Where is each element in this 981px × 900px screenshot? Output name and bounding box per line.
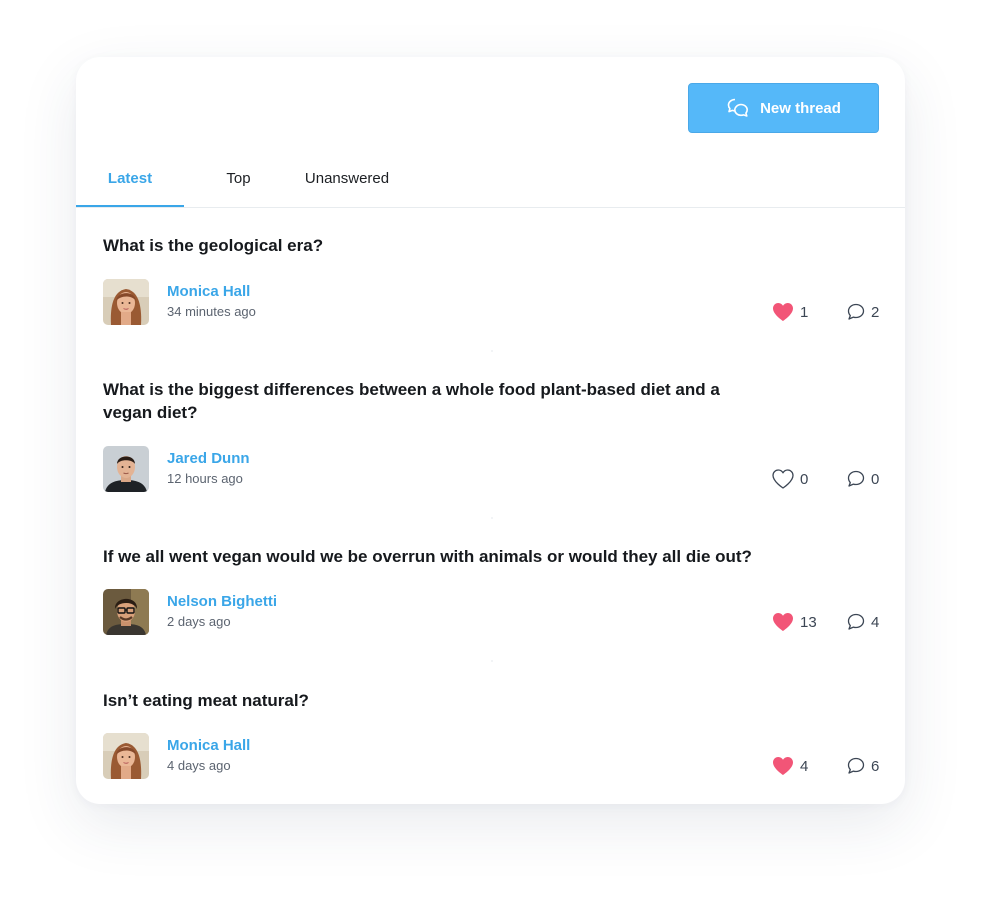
thread-author: Jared Dunn 12 hours ago xyxy=(103,446,503,492)
thread-author: Monica Hall 34 minutes ago xyxy=(103,279,503,325)
like-button[interactable]: 13 xyxy=(772,611,817,633)
tab-unanswered[interactable]: Unanswered xyxy=(300,167,394,206)
divider xyxy=(491,350,493,352)
like-count: 13 xyxy=(800,613,817,631)
heart-filled-icon xyxy=(773,757,793,775)
thread-title[interactable]: Isn’t eating meat natural? xyxy=(103,689,743,712)
comment-count: 2 xyxy=(871,303,880,321)
man-glasses-avatar[interactable] xyxy=(103,589,149,635)
comment-count: 6 xyxy=(871,757,880,775)
new-thread-button[interactable]: New thread xyxy=(688,83,879,133)
tab-latest[interactable]: Latest xyxy=(76,167,184,207)
author-name[interactable]: Jared Dunn xyxy=(167,450,250,467)
timestamp: 4 days ago xyxy=(167,758,231,773)
comment-count: 0 xyxy=(871,470,880,488)
timestamp: 34 minutes ago xyxy=(167,304,256,319)
comment-icon xyxy=(847,613,865,630)
new-thread-label: New thread xyxy=(760,99,841,117)
heart-outline-icon xyxy=(772,469,794,489)
like-button[interactable]: 1 xyxy=(772,301,808,323)
comments-button[interactable]: 2 xyxy=(847,301,879,323)
divider xyxy=(491,517,493,519)
like-count: 1 xyxy=(800,303,809,321)
heart-filled-icon xyxy=(773,303,793,321)
author-name[interactable]: Monica Hall xyxy=(167,737,250,754)
author-name[interactable]: Nelson Bighetti xyxy=(167,593,277,610)
comments-button[interactable]: 0 xyxy=(847,468,879,490)
like-button[interactable]: 0 xyxy=(772,468,808,490)
tab-top[interactable]: Top xyxy=(216,167,261,206)
woman-avatar[interactable] xyxy=(103,733,149,779)
chat-bubbles-icon xyxy=(726,96,750,120)
timestamp: 12 hours ago xyxy=(167,471,243,486)
tab-bar: Latest Top Unanswered xyxy=(76,167,905,208)
author-name[interactable]: Monica Hall xyxy=(167,283,250,300)
man-avatar[interactable] xyxy=(103,446,149,492)
thread-author: Nelson Bighetti 2 days ago xyxy=(103,589,503,635)
like-count: 0 xyxy=(800,470,809,488)
comment-count: 4 xyxy=(871,613,880,631)
thread-author: Monica Hall 4 days ago xyxy=(103,733,503,779)
thread-title[interactable]: What is the biggest differences between … xyxy=(103,378,743,424)
forum-card: New thread Latest Top Unanswered What is… xyxy=(76,57,905,804)
comment-icon xyxy=(847,757,865,774)
comments-button[interactable]: 6 xyxy=(847,755,879,777)
timestamp: 2 days ago xyxy=(167,614,231,629)
comment-icon xyxy=(847,303,865,320)
like-count: 4 xyxy=(800,757,809,775)
comment-icon xyxy=(847,470,865,487)
woman-avatar[interactable] xyxy=(103,279,149,325)
thread-title[interactable]: What is the geological era? xyxy=(103,234,743,257)
divider xyxy=(491,660,493,662)
comments-button[interactable]: 4 xyxy=(847,611,879,633)
like-button[interactable]: 4 xyxy=(772,755,808,777)
thread-title[interactable]: If we all went vegan would we be overrun… xyxy=(103,545,803,568)
heart-filled-icon xyxy=(773,613,793,631)
